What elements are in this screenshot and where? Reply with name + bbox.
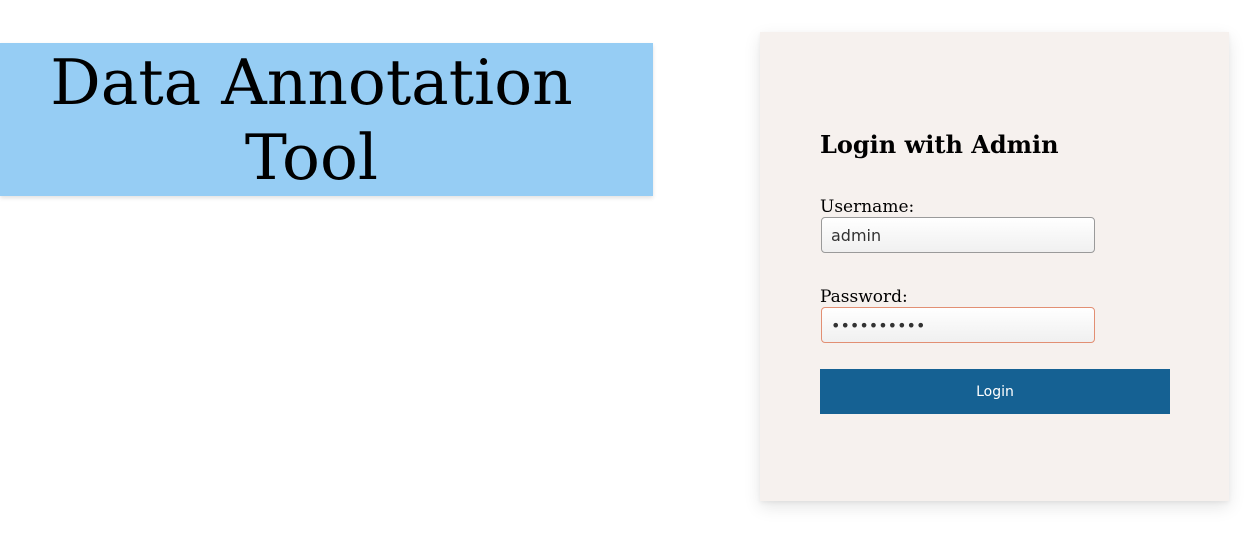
login-card: Login with Admin Username: Password: Log… bbox=[760, 32, 1229, 501]
password-label: Password: bbox=[820, 287, 908, 307]
password-input[interactable] bbox=[821, 307, 1095, 343]
username-input[interactable] bbox=[821, 217, 1095, 253]
app-title: Data Annotation Tool bbox=[50, 45, 573, 194]
login-heading: Login with Admin bbox=[820, 130, 1059, 159]
login-button[interactable]: Login bbox=[820, 369, 1170, 414]
title-banner: Data Annotation Tool bbox=[0, 43, 653, 196]
username-label: Username: bbox=[820, 197, 915, 217]
